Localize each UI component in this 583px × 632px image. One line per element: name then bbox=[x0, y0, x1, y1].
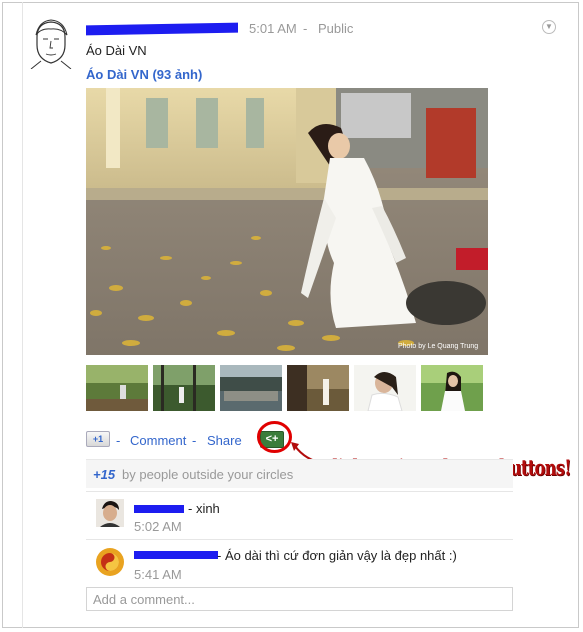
comment-link[interactable]: Comment bbox=[130, 433, 186, 448]
comment-text: - Áo dài thì cứ đơn giản vậy là đẹp nhất… bbox=[217, 548, 457, 563]
post-text: Áo Dài VN bbox=[86, 43, 147, 58]
photo-credit-watermark: Photo by Le Quang Trung bbox=[398, 343, 478, 350]
meta-separator: - bbox=[303, 21, 308, 36]
plus-one-count[interactable]: +15 bbox=[93, 467, 115, 482]
commenter-name-redaction[interactable] bbox=[134, 505, 184, 513]
commenter-avatar[interactable] bbox=[96, 548, 124, 576]
album-thumbnail[interactable] bbox=[220, 365, 282, 411]
share-link[interactable]: Share bbox=[207, 433, 242, 448]
add-comment-input[interactable] bbox=[87, 588, 512, 610]
album-thumbnail[interactable] bbox=[153, 365, 215, 411]
comment-time[interactable]: 5:41 AM bbox=[134, 567, 182, 582]
action-separator: - bbox=[116, 433, 121, 448]
comment-text: - xinh bbox=[188, 501, 220, 516]
plus-one-button[interactable]: +1 bbox=[86, 431, 110, 447]
plus-one-summary: +15 by people outside your circles bbox=[86, 459, 513, 488]
comment-time[interactable]: 5:02 AM bbox=[134, 519, 182, 534]
album-main-photo[interactable]: Photo by Le Quang Trung bbox=[86, 88, 488, 355]
album-thumbnail[interactable] bbox=[287, 365, 349, 411]
plus-one-summary-text: by people outside your circles bbox=[122, 467, 294, 482]
album-thumbnail[interactable] bbox=[421, 365, 483, 411]
comment-divider bbox=[86, 539, 513, 540]
add-comment-box bbox=[86, 587, 513, 611]
commenter-name-redaction[interactable] bbox=[134, 551, 218, 559]
comment-divider bbox=[86, 491, 513, 492]
author-avatar[interactable] bbox=[27, 17, 75, 69]
album-thumbnails bbox=[86, 365, 486, 411]
post-menu-chevron-down-icon[interactable]: ▼ bbox=[542, 20, 556, 34]
action-separator: - bbox=[192, 433, 197, 448]
album-link[interactable]: Áo Dài VN (93 ảnh) bbox=[86, 67, 202, 82]
album-thumbnail[interactable] bbox=[86, 365, 148, 411]
card-divider bbox=[22, 2, 23, 628]
post-visibility[interactable]: Public bbox=[318, 21, 353, 36]
post-time[interactable]: 5:01 AM bbox=[249, 21, 297, 36]
album-thumbnail[interactable] bbox=[354, 365, 416, 411]
commenter-avatar[interactable] bbox=[96, 499, 124, 527]
